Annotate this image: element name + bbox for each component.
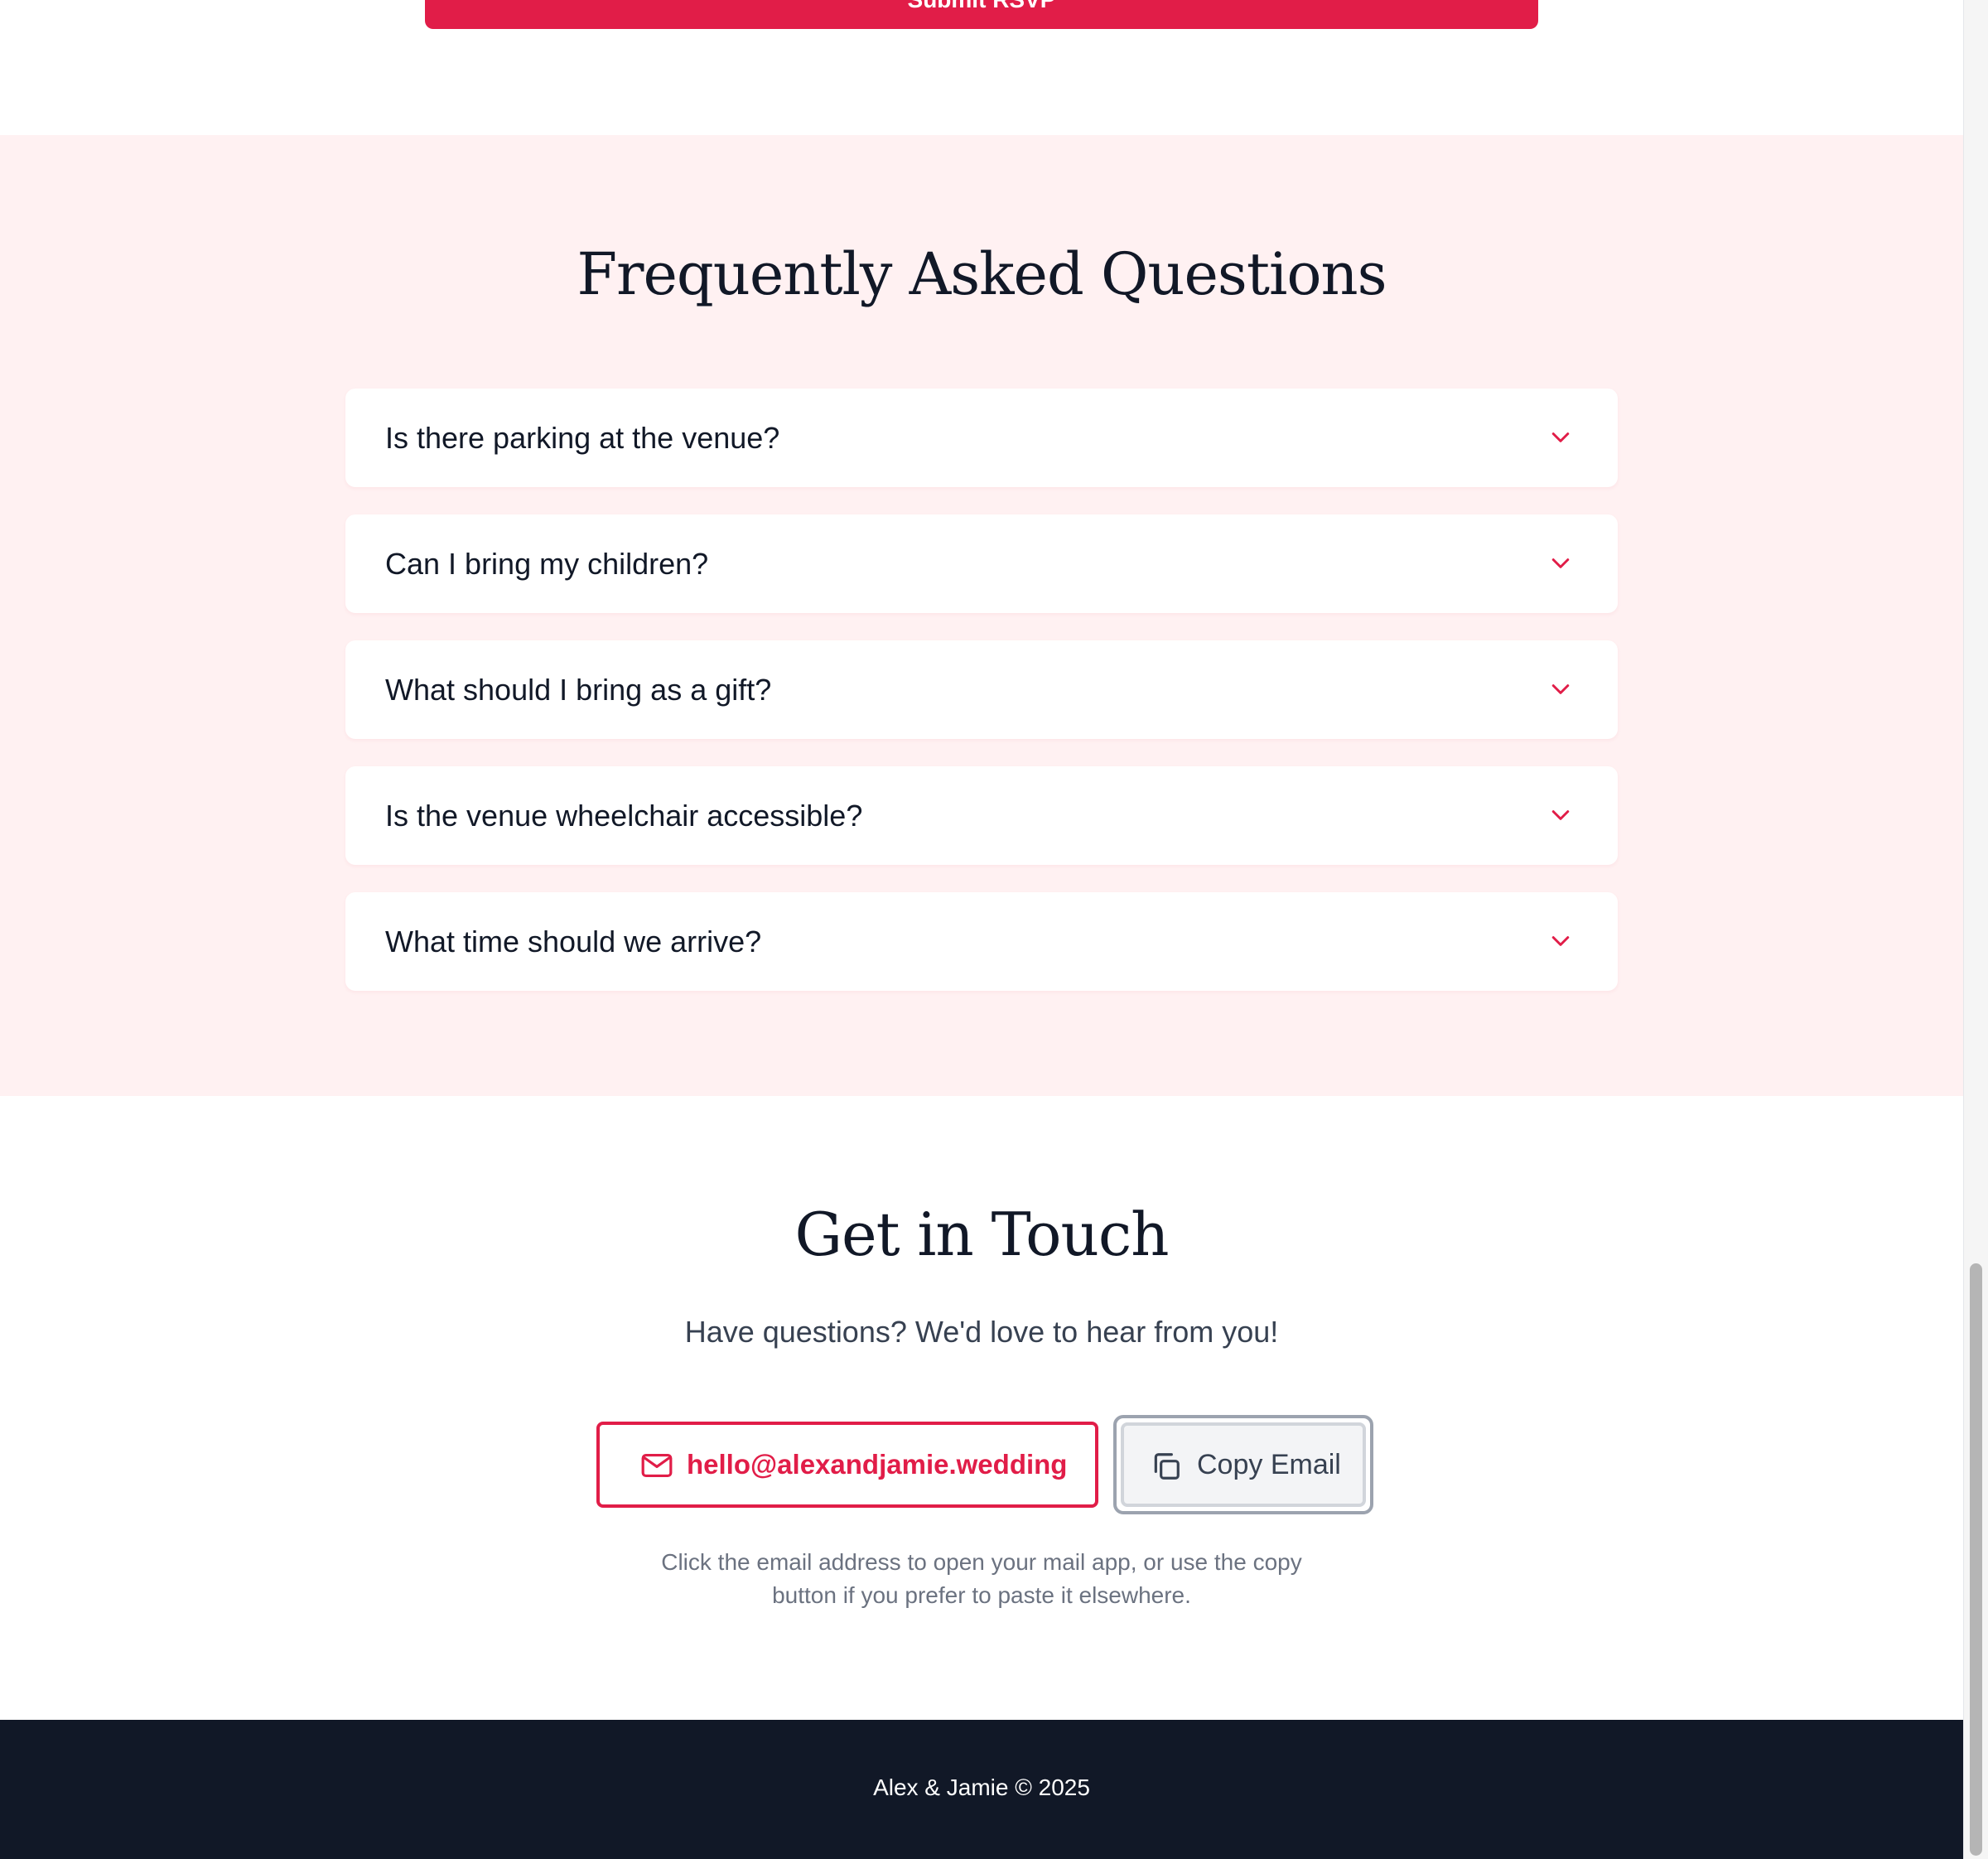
chevron-down-icon	[1551, 936, 1570, 946]
faq-question: Is the venue wheelchair accessible?	[385, 799, 863, 833]
faq-item[interactable]: Is there parking at the venue?	[345, 389, 1618, 487]
contact-title: Get in Touch	[794, 1200, 1169, 1269]
page: Submit RSVP Frequently Asked Questions I…	[0, 0, 1963, 1859]
scrollbar-thumb[interactable]	[1970, 1263, 1982, 1856]
faq-question: What time should we arrive?	[385, 925, 762, 958]
faq-list: Is there parking at the venue? Can I bri…	[345, 389, 1618, 1018]
copy-icon	[1154, 1453, 1180, 1480]
faq-item[interactable]: What time should we arrive?	[345, 892, 1618, 991]
faq-question: Is there parking at the venue?	[385, 421, 780, 455]
contact-note: Click the email address to open your mai…	[661, 1549, 1302, 1608]
copy-email-button[interactable]: Copy Email	[1113, 1415, 1373, 1514]
chevron-down-icon	[1551, 684, 1570, 694]
email-address: hello@alexandjamie.wedding	[687, 1449, 1068, 1480]
contact-subtitle: Have questions? We'd love to hear from y…	[684, 1315, 1279, 1349]
faq-section: Frequently Asked Questions Is there park…	[0, 135, 1963, 1096]
faq-item[interactable]: Can I bring my children?	[345, 514, 1618, 613]
faq-item[interactable]: Is the venue wheelchair accessible?	[345, 766, 1618, 865]
footer: Alex & Jamie © 2025	[0, 1720, 1963, 1859]
scrollbar-track[interactable]	[1963, 0, 1988, 1859]
footer-text: Alex & Jamie © 2025	[873, 1775, 1090, 1800]
copy-email-button-inner[interactable]: Copy Email	[1121, 1422, 1366, 1507]
faq-question: What should I bring as a gift?	[385, 673, 772, 707]
faq-item[interactable]: What should I bring as a gift?	[345, 640, 1618, 739]
email-link-button[interactable]: hello@alexandjamie.wedding	[596, 1422, 1098, 1508]
submit-rsvp-button[interactable]: Submit RSVP	[425, 0, 1538, 29]
faq-title: Frequently Asked Questions	[577, 240, 1387, 308]
chevron-down-icon	[1551, 810, 1570, 820]
copy-email-label: Copy Email	[1197, 1449, 1341, 1480]
chevron-down-icon	[1551, 432, 1570, 442]
chevron-down-icon	[1551, 558, 1570, 568]
mail-icon	[641, 1453, 673, 1478]
faq-question: Can I bring my children?	[385, 547, 709, 581]
